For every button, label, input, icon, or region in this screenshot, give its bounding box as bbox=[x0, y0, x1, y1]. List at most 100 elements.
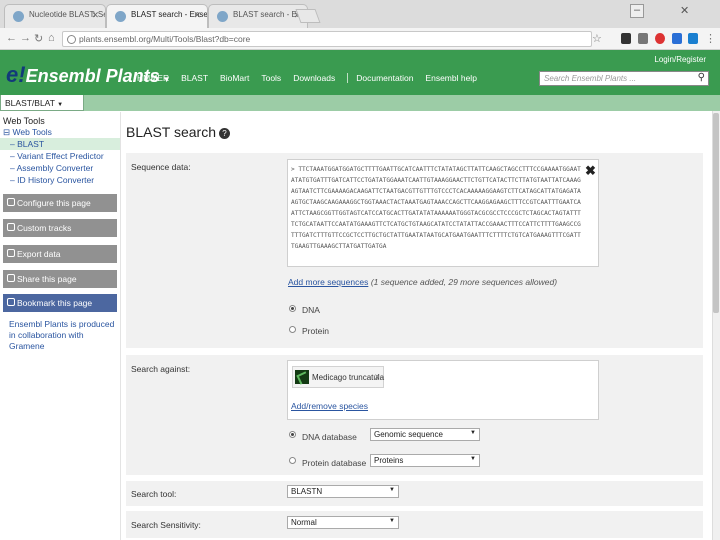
nav-biomart[interactable]: BioMart bbox=[220, 73, 249, 83]
extension-icon[interactable] bbox=[638, 33, 648, 44]
dropdown-arrow-icon: ▼ bbox=[470, 430, 476, 436]
protein-radio-label: Protein bbox=[302, 326, 329, 336]
browser-tab-1[interactable]: Nucleotide BLAST: Sea ✕ bbox=[4, 4, 106, 28]
tracks-icon bbox=[7, 223, 15, 231]
scrollbar-thumb[interactable] bbox=[713, 113, 719, 313]
sub-tab-bar: BLAST/BLAT ▼ bbox=[0, 95, 720, 111]
browser-tab-bar: Nucleotide BLAST: Sea ✕ BLAST search - E… bbox=[0, 0, 720, 28]
page-title-text: BLAST search bbox=[126, 124, 217, 140]
bookmark-page-button[interactable]: Bookmark this page bbox=[3, 294, 117, 312]
extension-icon[interactable] bbox=[688, 33, 698, 44]
search-placeholder: Search Ensembl Plants ... bbox=[544, 74, 637, 83]
nav-tools[interactable]: Tools bbox=[261, 73, 281, 83]
search-tool-select[interactable]: BLASTN ▼ bbox=[287, 485, 399, 498]
share-page-button[interactable]: Share this page bbox=[3, 270, 117, 288]
button-label: Bookmark this page bbox=[17, 298, 93, 308]
collapse-icon: ⊟ bbox=[3, 127, 11, 137]
extension-icon[interactable] bbox=[655, 33, 665, 44]
browser-menu-icon[interactable]: ⋮ bbox=[705, 32, 716, 45]
nav-documentation[interactable]: Documentation bbox=[356, 73, 413, 83]
dna-radio[interactable] bbox=[289, 305, 296, 312]
sidebar-item-assembly-converter[interactable]: – Assembly Converter bbox=[0, 162, 120, 174]
site-search-input[interactable]: Search Ensembl Plants ... ⚲ bbox=[539, 71, 709, 86]
address-bar-row: ← → ↻ ⌂ plants.ensembl.org/Multi/Tools/B… bbox=[0, 28, 720, 50]
tab-favicon-icon bbox=[13, 11, 24, 22]
back-arrow-icon[interactable]: ← bbox=[6, 32, 17, 44]
nav-help[interactable]: Ensembl help bbox=[425, 73, 477, 83]
browser-tab-3[interactable]: BLAST search - Ensembl ✕ bbox=[208, 4, 308, 28]
new-tab-button[interactable] bbox=[295, 9, 321, 23]
forward-arrow-icon[interactable]: → bbox=[20, 32, 31, 44]
browser-tab-2[interactable]: BLAST search - Ensembl ✕ bbox=[106, 4, 208, 28]
close-window-icon[interactable]: ✕ bbox=[680, 4, 689, 17]
sequence-count-note: (1 sequence added, 29 more sequences all… bbox=[370, 277, 558, 287]
extension-icon[interactable] bbox=[672, 33, 682, 44]
nav-hmmer[interactable]: HMMER bbox=[137, 73, 169, 83]
reload-icon[interactable]: ↻ bbox=[34, 32, 43, 45]
help-icon[interactable]: ? bbox=[219, 128, 231, 139]
sequence-textarea[interactable]: > TTCTAAATGGATGGATGCTTTTGAATTGCATCAATTTC… bbox=[287, 159, 599, 267]
extension-icon[interactable] bbox=[621, 33, 631, 44]
bookmark-star-icon[interactable]: ☆ bbox=[592, 32, 602, 45]
button-label: Share this page bbox=[17, 274, 77, 284]
search-icon[interactable]: ⚲ bbox=[698, 72, 705, 83]
button-label: Custom tracks bbox=[17, 223, 72, 233]
dropdown-arrow-icon: ▼ bbox=[389, 487, 395, 493]
dna-database-label: DNA database bbox=[302, 432, 357, 442]
sidebar-item-id-history[interactable]: – ID History Converter bbox=[0, 174, 120, 186]
sidebar-item-label: Variant Effect Predictor bbox=[17, 151, 104, 161]
chevron-down-icon: ▼ bbox=[57, 102, 64, 108]
url-field[interactable]: plants.ensembl.org/Multi/Tools/Blast?db=… bbox=[62, 31, 592, 47]
configure-page-button[interactable]: Configure this page bbox=[3, 194, 117, 212]
search-sensitivity-label: Search Sensitivity: bbox=[131, 520, 201, 530]
dna-database-radio[interactable] bbox=[289, 431, 296, 438]
sidebar-item-label: ID History Converter bbox=[17, 175, 95, 185]
tab-favicon-icon bbox=[217, 11, 228, 22]
custom-tracks-button[interactable]: Custom tracks bbox=[3, 219, 117, 237]
remove-species-icon[interactable]: x bbox=[375, 372, 379, 381]
export-data-button[interactable]: Export data bbox=[3, 245, 117, 263]
add-sequences-row: Add more sequences (1 sequence added, 29… bbox=[288, 277, 557, 287]
minimize-window-icon[interactable]: – bbox=[630, 4, 644, 18]
home-icon[interactable]: ⌂ bbox=[48, 32, 55, 44]
select-value: Proteins bbox=[374, 456, 404, 465]
bookmark-icon bbox=[7, 298, 15, 306]
sidebar-item-vep[interactable]: – Variant Effect Predictor bbox=[0, 150, 120, 162]
species-thumbnail-icon bbox=[295, 370, 309, 384]
sidebar-item-label: BLAST bbox=[17, 139, 45, 149]
select-value: Genomic sequence bbox=[374, 430, 443, 439]
species-name: Medicago truncatula bbox=[312, 373, 385, 382]
url-text: plants.ensembl.org/Multi/Tools/Blast?db=… bbox=[79, 34, 251, 44]
close-tab-icon[interactable]: ✕ bbox=[193, 10, 201, 21]
close-tab-icon[interactable]: ✕ bbox=[91, 10, 99, 21]
dna-radio-label: DNA bbox=[302, 305, 320, 315]
nav-downloads[interactable]: Downloads bbox=[293, 73, 335, 83]
export-icon bbox=[7, 249, 15, 257]
protein-database-label: Protein database bbox=[302, 458, 367, 468]
protein-radio[interactable] bbox=[289, 326, 296, 333]
sidebar-item-blast[interactable]: – BLAST bbox=[0, 138, 120, 150]
gear-icon bbox=[7, 198, 15, 206]
site-info-icon[interactable] bbox=[67, 35, 76, 44]
select-value: BLASTN bbox=[291, 487, 323, 496]
add-more-sequences-link[interactable]: Add more sequences bbox=[288, 277, 368, 287]
login-register-link[interactable]: Login/Register bbox=[654, 55, 706, 64]
search-tool-panel bbox=[126, 481, 703, 506]
top-nav: HMMER BLAST BioMart Tools Downloads Docu… bbox=[137, 73, 489, 83]
search-tool-label: Search tool: bbox=[131, 489, 177, 499]
nav-blast[interactable]: BLAST bbox=[181, 73, 208, 83]
tab-favicon-icon bbox=[115, 11, 126, 22]
sidebar-heading: Web Tools bbox=[3, 116, 45, 126]
sidebar-group-web-tools[interactable]: ⊟ Web Tools bbox=[0, 126, 120, 138]
tab-blast-blat[interactable]: BLAST/BLAT ▼ bbox=[0, 95, 85, 111]
add-remove-species-link[interactable]: Add/remove species bbox=[291, 401, 368, 411]
dna-database-select[interactable]: Genomic sequence ▼ bbox=[370, 428, 480, 441]
gramene-collaboration-link[interactable]: Ensembl Plants is produced in collaborat… bbox=[9, 319, 119, 352]
clear-sequence-icon[interactable]: ✖ bbox=[585, 163, 596, 179]
button-label: Configure this page bbox=[17, 198, 91, 208]
protein-database-radio[interactable] bbox=[289, 457, 296, 464]
sensitivity-panel bbox=[126, 511, 703, 538]
protein-database-select[interactable]: Proteins ▼ bbox=[370, 454, 480, 467]
search-sensitivity-select[interactable]: Normal ▼ bbox=[287, 516, 399, 529]
sequence-text: > TTCTAAATGGATGGATGCTTTTGAATTGCATCAATTTC… bbox=[291, 166, 581, 250]
